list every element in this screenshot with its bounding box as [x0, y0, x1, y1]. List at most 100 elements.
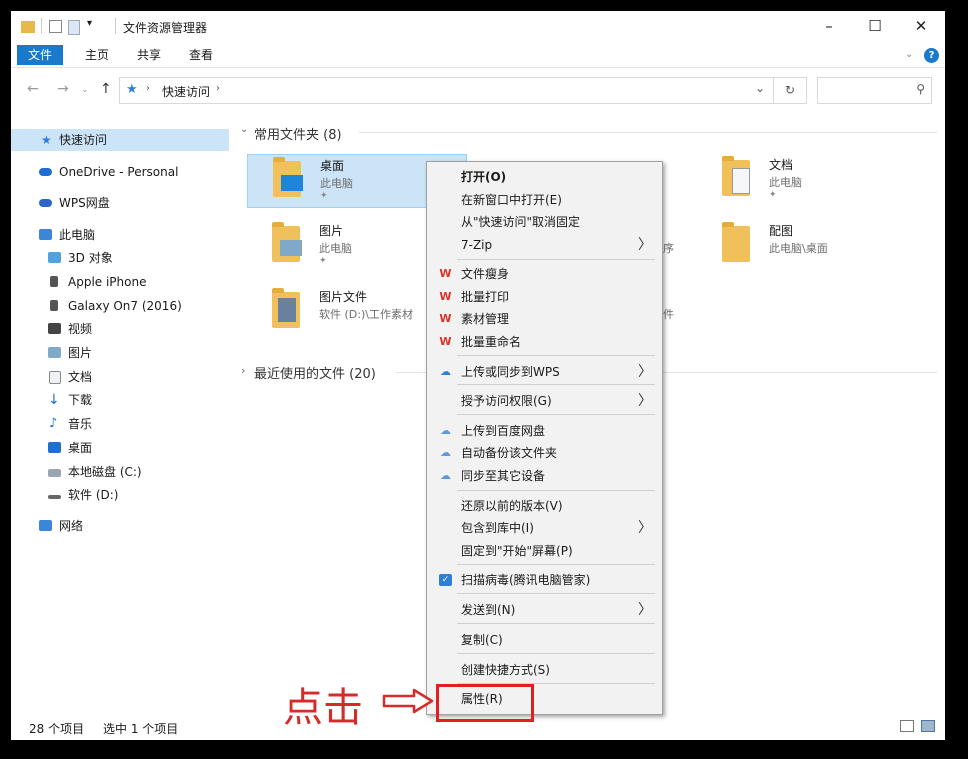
menu-separator: [457, 259, 655, 260]
group-header-recent[interactable]: 最近使用的文件 (20): [254, 363, 376, 382]
search-input[interactable]: ⚲: [817, 77, 932, 104]
menu-item-wps-material[interactable]: W 素材管理: [427, 308, 662, 330]
menu-item-wps-rename[interactable]: W 批量重命名: [427, 331, 662, 353]
close-button[interactable]: ✕: [898, 11, 944, 41]
recent-locations-icon[interactable]: ⌄: [81, 85, 89, 95]
sidebar-item-this-pc[interactable]: 此电脑: [11, 224, 229, 246]
folder-icon: [273, 157, 303, 197]
folder-location: 此电脑\桌面: [769, 242, 828, 255]
address-bar[interactable]: ★ › 快速访问 › ⌄: [119, 77, 774, 104]
sidebar-item-wps-cloud[interactable]: WPS网盘: [11, 192, 229, 214]
annotation-arrow-icon: [382, 688, 434, 714]
menu-item-open[interactable]: 打开(O): [427, 166, 662, 188]
menu-item-grant-access[interactable]: 授予访问权限(G) 〉: [427, 390, 662, 412]
3d-objects-icon: [48, 252, 61, 263]
forward-button[interactable]: →: [57, 81, 69, 97]
sidebar-item-3d-objects[interactable]: 3D 对象: [11, 247, 229, 269]
pin-icon: ✦: [320, 191, 328, 201]
menu-separator: [457, 355, 655, 356]
pictures-icon: [48, 347, 61, 358]
folder-documents[interactable]: 文档 此电脑 ✦: [697, 154, 915, 206]
chevron-down-icon[interactable]: ⌄: [240, 124, 248, 135]
sidebar-item-drive-c[interactable]: 本地磁盘 (C:): [11, 461, 229, 483]
documents-icon: [49, 371, 61, 384]
menu-item-baidu-upload[interactable]: ☁ 上传到百度网盘: [427, 420, 662, 442]
menu-item-create-shortcut[interactable]: 创建快捷方式(S): [427, 659, 662, 681]
tab-file[interactable]: 文件: [17, 45, 63, 65]
menu-item-wps-upload[interactable]: ☁ 上传或同步到WPS 〉: [427, 361, 662, 383]
sidebar-item-pictures[interactable]: 图片: [11, 342, 229, 364]
chevron-right-icon[interactable]: ›: [146, 83, 150, 94]
shield-icon: ✓: [439, 574, 452, 586]
sidebar-item-galaxy[interactable]: Galaxy On7 (2016): [11, 295, 229, 317]
menu-item-baidu-backup[interactable]: ☁ 自动备份该文件夹: [427, 442, 662, 464]
menu-item-restore-versions[interactable]: 还原以前的版本(V): [427, 495, 662, 517]
partial-text: 序: [663, 242, 674, 255]
sidebar-item-drive-d[interactable]: 软件 (D:): [11, 484, 229, 506]
address-dropdown-icon[interactable]: ⌄: [755, 81, 765, 95]
menu-item-pin-start[interactable]: 固定到"开始"屏幕(P): [427, 540, 662, 562]
tab-home[interactable]: 主页: [75, 45, 119, 65]
submenu-arrow-icon: 〉: [638, 520, 652, 536]
status-bar: 28 个项目 选中 1 个项目: [11, 714, 945, 740]
drive-icon: [48, 469, 61, 477]
details-view-icon[interactable]: [900, 720, 914, 732]
group-header-frequent[interactable]: 常用文件夹 (8): [254, 124, 342, 143]
documents-icon: [732, 168, 750, 194]
minimize-button[interactable]: –: [806, 11, 852, 41]
sidebar-item-network[interactable]: 网络: [11, 515, 229, 537]
folder-location: 此电脑: [769, 176, 802, 189]
menu-item-wps-print[interactable]: W 批量打印: [427, 286, 662, 308]
folder-name: 桌面: [320, 159, 345, 173]
status-item-count: 28 个项目: [29, 722, 85, 736]
sidebar-item-quick-access[interactable]: ★ 快速访问: [11, 129, 229, 151]
folder-icon: [272, 222, 302, 262]
back-button[interactable]: ←: [27, 81, 39, 97]
folder-app-icon: [21, 21, 35, 33]
chevron-right-icon[interactable]: ›: [241, 364, 245, 377]
maximize-button[interactable]: ☐: [852, 11, 898, 41]
expand-ribbon-icon[interactable]: ⌄: [905, 49, 913, 60]
wps-icon: W: [439, 312, 452, 325]
menu-item-unpin[interactable]: 从"快速访问"取消固定: [427, 211, 662, 233]
chevron-right-icon[interactable]: ›: [216, 83, 220, 94]
sidebar-item-documents[interactable]: 文档: [11, 366, 229, 388]
address-path-segment[interactable]: 快速访问: [162, 83, 210, 100]
folder-location: 软件 (D:)\工作素材: [319, 308, 413, 321]
sidebar-item-onedrive[interactable]: OneDrive - Personal: [11, 161, 229, 183]
menu-item-include-library[interactable]: 包含到库中(I) 〉: [427, 517, 662, 539]
properties-quick-icon[interactable]: [49, 20, 62, 33]
sidebar-item-desktop[interactable]: 桌面: [11, 437, 229, 459]
wps-icon: W: [439, 267, 452, 280]
star-icon: ★: [126, 82, 138, 97]
menu-item-scan-virus[interactable]: ✓ 扫描病毒(腾讯电脑管家): [427, 569, 662, 591]
separator: [41, 18, 42, 34]
cloud-upload-icon: ☁: [440, 365, 451, 378]
menu-item-open-new-window[interactable]: 在新窗口中打开(E): [427, 189, 662, 211]
new-folder-quick-icon[interactable]: [68, 20, 80, 35]
tab-share[interactable]: 共享: [127, 45, 171, 65]
tab-view[interactable]: 查看: [179, 45, 223, 65]
large-icons-view-icon[interactable]: [921, 720, 935, 732]
refresh-button[interactable]: ↻: [773, 77, 807, 104]
divider: [359, 132, 937, 133]
menu-item-copy[interactable]: 复制(C): [427, 629, 662, 651]
title-bar: ▾ 文件资源管理器 – ☐ ✕: [11, 11, 945, 41]
menu-item-7zip[interactable]: 7-Zip 〉: [427, 234, 662, 256]
sidebar-item-downloads[interactable]: ↓ 下载: [11, 389, 229, 411]
menu-item-wps-slim[interactable]: W 文件瘦身: [427, 263, 662, 285]
folder-peitu[interactable]: 配图 此电脑\桌面: [697, 220, 915, 272]
sidebar-item-videos[interactable]: 视频: [11, 318, 229, 340]
pin-icon: ✦: [769, 190, 777, 200]
up-button[interactable]: ↑: [100, 81, 112, 97]
help-icon[interactable]: ?: [924, 48, 939, 63]
customize-quick-access-icon[interactable]: ▾: [87, 18, 92, 29]
folder-name: 文档: [769, 158, 794, 172]
menu-item-baidu-sync[interactable]: ☁ 同步至其它设备: [427, 465, 662, 487]
menu-separator: [457, 384, 655, 385]
menu-item-send-to[interactable]: 发送到(N) 〉: [427, 599, 662, 621]
submenu-arrow-icon: 〉: [638, 393, 652, 409]
sidebar-item-music[interactable]: ♪ 音乐: [11, 413, 229, 435]
file-explorer-window: ▾ 文件资源管理器 – ☐ ✕ 文件 主页 共享 查看 ⌄ ? ← → ⌄ ↑ …: [11, 11, 945, 740]
sidebar-item-apple-iphone[interactable]: Apple iPhone: [11, 271, 229, 293]
